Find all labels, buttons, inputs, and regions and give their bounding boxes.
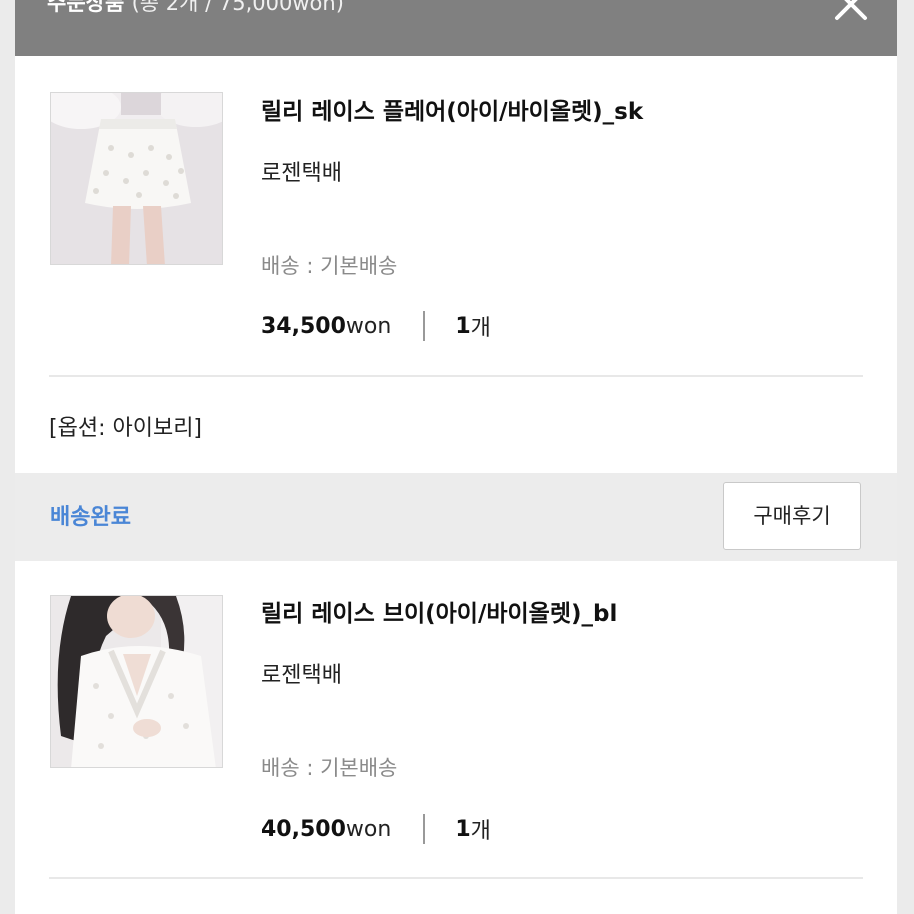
- delivery-status: 배송완료: [50, 505, 131, 530]
- shipping-method: 배송 : 기본배송: [261, 254, 398, 278]
- product-image-blouse[interactable]: [50, 595, 223, 768]
- product-quantity: 1: [455, 816, 471, 842]
- panel-header: 주문상품 (총 2개 / 75,000won): [15, 0, 897, 56]
- item-divider: [49, 877, 863, 879]
- order-items-panel: 주문상품 (총 2개 / 75,000won) 릴리 레이스 플레어(아이/바이…: [15, 0, 897, 914]
- price-qty-separator: [423, 814, 426, 844]
- page-margin-left: [0, 0, 15, 914]
- price-qty-row: 40,500 won 1개: [261, 811, 491, 847]
- close-icon[interactable]: [833, 0, 869, 22]
- write-review-button[interactable]: 구매후기: [723, 482, 861, 550]
- price-qty-separator: [423, 311, 426, 341]
- delivery-carrier: 로젠택배: [261, 161, 342, 186]
- price-unit: won: [345, 313, 392, 339]
- product-name[interactable]: 릴리 레이스 플레어(아이/바이올렛)_sk: [261, 92, 643, 126]
- shipping-method: 배송 : 기본배송: [261, 756, 398, 780]
- price-unit: won: [345, 816, 392, 842]
- item-divider: [49, 375, 863, 377]
- header-title-label: 주문상품: [47, 0, 125, 15]
- product-name[interactable]: 릴리 레이스 브이(아이/바이올렛)_bl: [261, 594, 617, 628]
- page-margin-right: [897, 0, 914, 914]
- product-quantity: 1: [455, 313, 471, 339]
- product-image-skirt[interactable]: [50, 92, 223, 265]
- product-price: 34,500: [261, 313, 346, 339]
- header-summary: (총 2개 / 75,000won): [131, 0, 344, 15]
- quantity-unit: 개: [470, 316, 491, 341]
- header-title: 주문상품 (총 2개 / 75,000won): [47, 0, 344, 18]
- price-qty-row: 34,500 won 1개: [261, 308, 491, 344]
- quantity-unit: 개: [470, 819, 491, 844]
- delivery-status-bar: 배송완료 구매후기: [15, 473, 897, 561]
- product-price: 40,500: [261, 816, 346, 842]
- product-option: [옵션: 아이보리]: [49, 416, 203, 441]
- delivery-carrier: 로젠택배: [261, 663, 342, 688]
